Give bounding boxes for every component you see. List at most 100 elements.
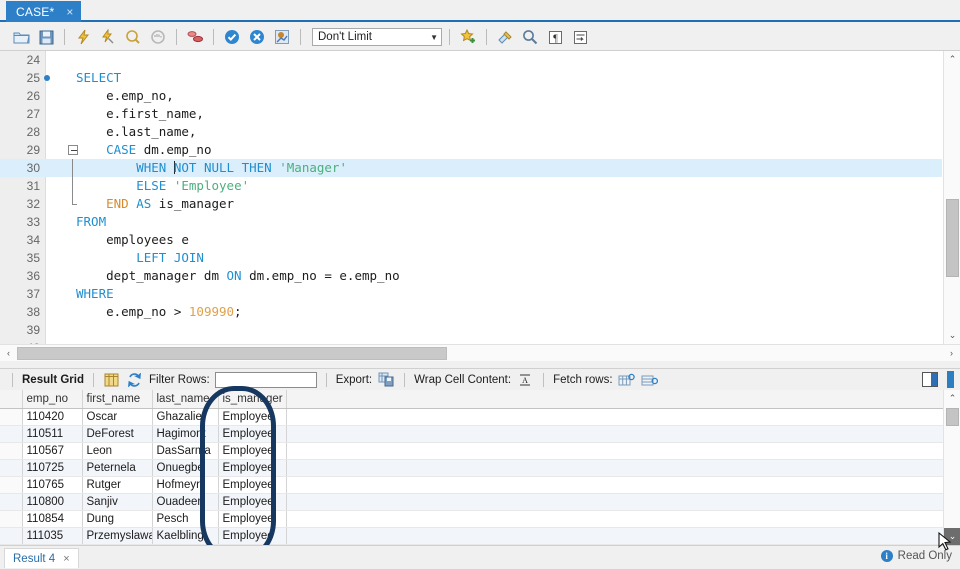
table-cell[interactable]: Kaelbling [152, 527, 219, 545]
editor-hscroll-thumb[interactable] [17, 346, 447, 360]
table-cell[interactable]: Przemyslawa [82, 527, 153, 545]
result-table[interactable]: emp_no first_name last_name is_manager 1104… [0, 390, 960, 545]
table-row[interactable]: 110765 Rutger Hofmeyr Employee [0, 476, 960, 494]
table-cell[interactable]: Employee [218, 425, 287, 443]
table-cell[interactable]: 110725 [22, 459, 83, 477]
row-selector-cell[interactable] [0, 493, 23, 511]
table-cell[interactable]: Hofmeyr [152, 476, 219, 494]
code-line[interactable]: 25 SELECT [0, 69, 942, 87]
toggle-sidebar-icon[interactable] [922, 372, 938, 387]
filter-rows-input[interactable] [214, 371, 317, 388]
grid-scroll-up-arrow-icon[interactable]: ⌃ [944, 390, 960, 407]
table-cell[interactable]: 110567 [22, 442, 83, 460]
editor-vscroll-thumb[interactable] [946, 199, 959, 277]
table-row[interactable]: 110511 DeForest Hagimont Employee [0, 425, 960, 443]
sql-code-editor[interactable]: 24 25 SELECT 26 e.emp_no, 27 e.first_name, 28… [0, 50, 960, 344]
table-cell[interactable]: Employee [218, 493, 287, 511]
open-sql-file-icon[interactable] [10, 27, 32, 47]
table-cell[interactable]: Ouadeer [152, 493, 219, 511]
code-line[interactable]: 33 FROM [0, 213, 942, 231]
stop-query-icon[interactable] [147, 27, 169, 47]
table-cell[interactable]: Sanjiv [82, 493, 153, 511]
table-cell[interactable]: Dung [82, 510, 153, 528]
grid-view-icon[interactable] [103, 372, 121, 388]
code-line[interactable]: 36 dept_manager dm ON dm.emp_no = e.emp_… [0, 267, 942, 285]
code-line[interactable]: 26 e.emp_no, [0, 87, 942, 105]
column-header[interactable]: last_name [152, 390, 219, 409]
refresh-icon[interactable] [126, 372, 144, 388]
table-row[interactable]: 110854 Dung Pesch Employee [0, 510, 960, 528]
row-selector-cell[interactable] [0, 408, 23, 426]
scroll-right-arrow-icon[interactable]: › [943, 345, 960, 362]
fetch-next-icon[interactable] [618, 372, 636, 388]
result-grid-vertical-scrollbar[interactable]: ⌃ ⌄ [943, 390, 960, 545]
column-header[interactable]: emp_no [22, 390, 83, 409]
close-result-tab-icon[interactable]: × [63, 553, 69, 565]
row-selector-cell[interactable] [0, 425, 23, 443]
table-cell[interactable]: Employee [218, 459, 287, 477]
rollback-icon[interactable] [246, 27, 268, 47]
execute-current-statement-icon[interactable] [97, 27, 119, 47]
grid-vscroll-thumb[interactable] [946, 408, 959, 426]
table-row[interactable]: 110420 Oscar Ghazalie Employee [0, 408, 960, 426]
row-selector-cell[interactable] [0, 442, 23, 460]
table-cell[interactable]: DasSarma [152, 442, 219, 460]
table-row[interactable]: 110725 Peternela Onuegbe Employee [0, 459, 960, 477]
table-cell[interactable]: DeForest [82, 425, 153, 443]
table-cell[interactable]: 110765 [22, 476, 83, 494]
scroll-down-arrow-icon[interactable]: ⌄ [944, 327, 960, 344]
table-row[interactable]: 110567 Leon DasSarma Employee [0, 442, 960, 460]
table-cell[interactable]: 110800 [22, 493, 83, 511]
row-selector-cell[interactable] [0, 459, 23, 477]
table-cell[interactable]: Oscar [82, 408, 153, 426]
select-all-rows-header[interactable] [0, 390, 23, 409]
table-cell[interactable]: Peternela [82, 459, 153, 477]
code-line[interactable]: 28 e.last_name, [0, 123, 942, 141]
code-line[interactable]: 31 ELSE 'Employee' [0, 177, 942, 195]
result-grid[interactable]: emp_no first_name last_name is_manager 1104… [0, 390, 960, 545]
code-line[interactable]: 38 e.emp_no > 109990; [0, 303, 942, 321]
table-cell[interactable]: 110511 [22, 425, 83, 443]
toggle-schema-panel-icon[interactable] [184, 27, 206, 47]
editor-vertical-scrollbar[interactable]: ⌃ ⌄ [943, 51, 960, 344]
find-icon[interactable] [519, 27, 541, 47]
table-cell[interactable]: Employee [218, 408, 287, 426]
scroll-left-arrow-icon[interactable]: ‹ [0, 345, 17, 362]
wrap-lines-icon[interactable] [569, 27, 591, 47]
code-line[interactable]: 30 WHEN NOT NULL THEN 'Manager' [0, 159, 942, 177]
save-sql-file-icon[interactable] [35, 27, 57, 47]
column-header[interactable]: first_name [82, 390, 153, 409]
scroll-up-arrow-icon[interactable]: ⌃ [944, 51, 960, 68]
code-line[interactable]: 27 e.first_name, [0, 105, 942, 123]
table-cell[interactable]: 110420 [22, 408, 83, 426]
beautify-sql-icon[interactable] [457, 27, 479, 47]
sql-editor-tab[interactable]: CASE* × [6, 1, 82, 22]
table-cell[interactable]: 111035 [22, 527, 83, 545]
table-cell[interactable]: Employee [218, 527, 287, 545]
execute-statement-icon[interactable] [72, 27, 94, 47]
result-set-tab[interactable]: Result 4 × [4, 548, 79, 568]
table-cell[interactable]: Hagimont [152, 425, 219, 443]
row-selector-cell[interactable] [0, 527, 23, 545]
row-selector-cell[interactable] [0, 510, 23, 528]
table-cell[interactable]: Ghazalie [152, 408, 219, 426]
fetch-all-icon[interactable] [641, 372, 659, 388]
code-line[interactable]: 39 [0, 321, 942, 339]
explain-query-icon[interactable] [122, 27, 144, 47]
code-line[interactable]: 32 END AS is_manager [0, 195, 942, 213]
row-selector-cell[interactable] [0, 476, 23, 494]
table-cell[interactable]: Pesch [152, 510, 219, 528]
editor-horizontal-scrollbar[interactable]: ‹ › [0, 344, 960, 361]
table-cell[interactable]: Employee [218, 476, 287, 494]
export-recordset-icon[interactable] [377, 372, 395, 388]
hscroll-track[interactable] [17, 346, 943, 361]
code-line[interactable]: 37 WHERE [0, 285, 942, 303]
table-cell[interactable]: Employee [218, 510, 287, 528]
wrap-cell-content-icon[interactable]: A [516, 372, 534, 388]
commit-icon[interactable] [221, 27, 243, 47]
code-line[interactable]: 29 CASE dm.emp_no [0, 141, 942, 159]
table-cell[interactable]: Onuegbe [152, 459, 219, 477]
table-cell[interactable]: Leon [82, 442, 153, 460]
toggle-invisible-chars-icon[interactable]: ¶ [544, 27, 566, 47]
table-cell[interactable]: Employee [218, 442, 287, 460]
